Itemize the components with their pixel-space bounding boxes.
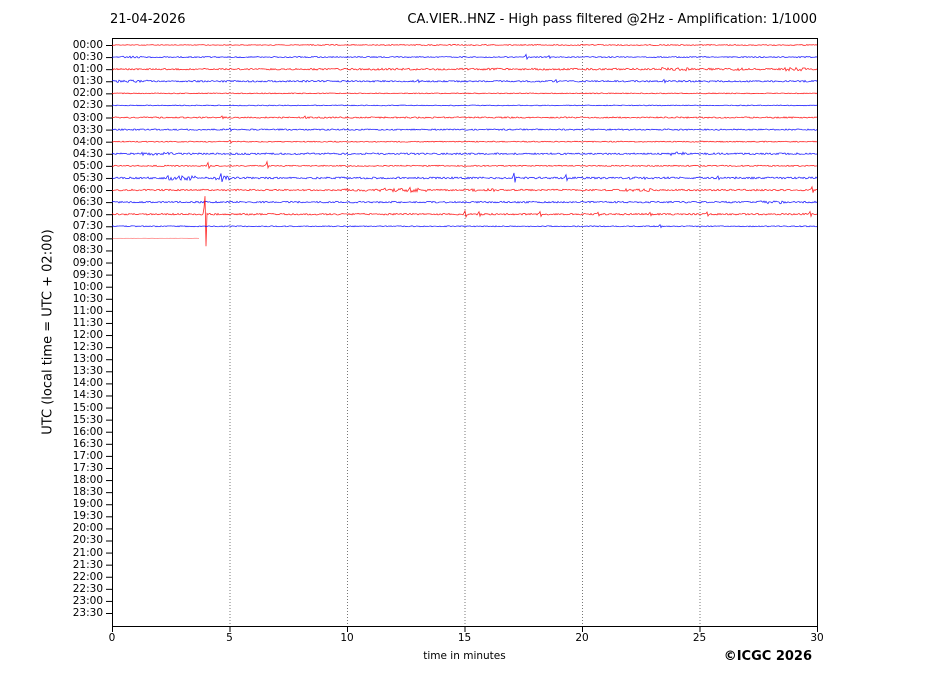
y-tick-label: 12:30 bbox=[53, 342, 103, 352]
y-tick-label: 02:30 bbox=[53, 100, 103, 110]
x-tick-label: 30 bbox=[810, 632, 823, 644]
y-tick-label: 20:30 bbox=[53, 535, 103, 545]
y-tick-label: 08:30 bbox=[53, 245, 103, 255]
y-tick-label: 15:00 bbox=[53, 403, 103, 413]
copyright-text: ©ICGC 2026 bbox=[724, 649, 812, 664]
y-tick-label: 00:30 bbox=[53, 52, 103, 62]
y-tick-label: 01:00 bbox=[53, 64, 103, 74]
y-tick-label: 04:30 bbox=[53, 149, 103, 159]
y-tick-label: 11:00 bbox=[53, 306, 103, 316]
y-tick-label: 10:30 bbox=[53, 294, 103, 304]
y-tick-label: 21:00 bbox=[53, 548, 103, 558]
trace-0230 bbox=[112, 105, 817, 106]
y-tick-label: 08:00 bbox=[53, 233, 103, 243]
y-tick-label: 12:00 bbox=[53, 330, 103, 340]
y-tick-label: 02:00 bbox=[53, 88, 103, 98]
y-tick-label: 13:00 bbox=[53, 354, 103, 364]
y-tick-label: 14:00 bbox=[53, 378, 103, 388]
y-tick-label: 00:00 bbox=[53, 40, 103, 50]
trace-0200 bbox=[112, 93, 817, 94]
y-tick-label: 22:30 bbox=[53, 584, 103, 594]
x-tick-label: 0 bbox=[109, 632, 116, 644]
y-tick-label: 07:00 bbox=[53, 209, 103, 219]
x-tick-label: 15 bbox=[458, 632, 471, 644]
y-tick-label: 17:30 bbox=[53, 463, 103, 473]
x-tick-label: 25 bbox=[693, 632, 706, 644]
y-tick-label: 09:00 bbox=[53, 258, 103, 268]
helicorder-page: 21-04-2026 CA.VIER..HNZ - High pass filt… bbox=[0, 0, 927, 696]
y-tick-label: 23:00 bbox=[53, 596, 103, 606]
x-axis-label: time in minutes bbox=[112, 650, 817, 662]
y-tick-label: 16:30 bbox=[53, 439, 103, 449]
y-tick-label: 05:00 bbox=[53, 161, 103, 171]
y-tick-label: 15:30 bbox=[53, 415, 103, 425]
x-tick-label: 5 bbox=[226, 632, 233, 644]
y-tick-label: 23:30 bbox=[53, 608, 103, 618]
trace-0030 bbox=[112, 54, 817, 59]
trace-0100 bbox=[112, 67, 817, 70]
y-tick-label: 19:00 bbox=[53, 499, 103, 509]
helicorder-plot bbox=[0, 0, 927, 696]
y-tick-label: 19:30 bbox=[53, 511, 103, 521]
y-tick-label: 20:00 bbox=[53, 523, 103, 533]
x-tick-label: 20 bbox=[575, 632, 588, 644]
x-tick-label: 10 bbox=[340, 632, 353, 644]
trace-0530 bbox=[112, 173, 817, 183]
y-tick-label: 13:30 bbox=[53, 366, 103, 376]
y-tick-label: 06:00 bbox=[53, 185, 103, 195]
y-tick-label: 04:00 bbox=[53, 137, 103, 147]
y-tick-label: 03:30 bbox=[53, 125, 103, 135]
y-tick-label: 10:00 bbox=[53, 282, 103, 292]
y-tick-label: 18:00 bbox=[53, 475, 103, 485]
y-tick-label: 21:30 bbox=[53, 560, 103, 570]
y-tick-label: 07:30 bbox=[53, 221, 103, 231]
y-tick-label: 16:00 bbox=[53, 427, 103, 437]
y-tick-label: 09:30 bbox=[53, 270, 103, 280]
y-tick-label: 22:00 bbox=[53, 572, 103, 582]
y-tick-label: 11:30 bbox=[53, 318, 103, 328]
y-tick-label: 06:30 bbox=[53, 197, 103, 207]
y-tick-label: 18:30 bbox=[53, 487, 103, 497]
y-tick-label: 05:30 bbox=[53, 173, 103, 183]
y-tick-label: 14:30 bbox=[53, 390, 103, 400]
y-tick-label: 17:00 bbox=[53, 451, 103, 461]
y-tick-label: 03:00 bbox=[53, 113, 103, 123]
y-tick-label: 01:30 bbox=[53, 76, 103, 86]
